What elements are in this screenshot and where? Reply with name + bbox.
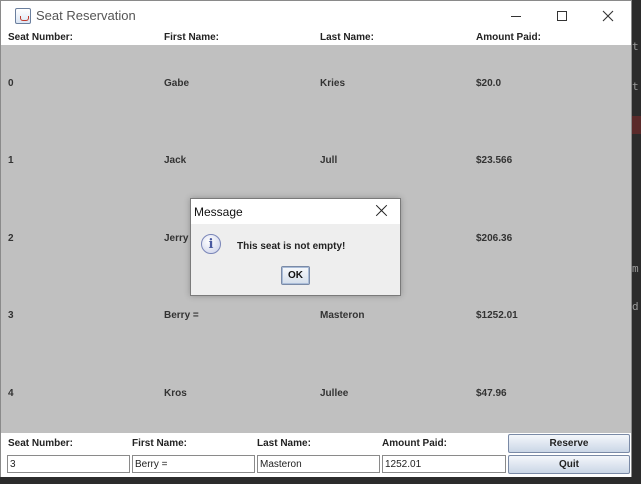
cell-seat-number: 1 xyxy=(8,155,14,166)
first-name-label: First Name: xyxy=(132,438,188,449)
ok-button[interactable]: OK xyxy=(281,266,310,285)
cell-last-name: Jullee xyxy=(320,388,349,399)
dialog-message: This seat is not empty! xyxy=(237,241,346,252)
cell-last-name: Jull xyxy=(320,155,338,166)
title-bar[interactable]: Seat Reservation xyxy=(1,1,631,31)
background-text: d xyxy=(632,300,639,313)
seat-number-field[interactable]: 3 xyxy=(7,455,130,473)
table-header: Seat Number: First Name: Last Name: Amou… xyxy=(1,32,631,45)
background-highlight xyxy=(632,116,641,134)
first-name-field[interactable]: Berry = xyxy=(132,455,255,473)
background-text: m xyxy=(632,262,639,275)
cell-first-name: Gabe xyxy=(164,78,190,89)
background-editor-strip xyxy=(631,0,641,484)
java-app-icon xyxy=(15,8,31,24)
dialog-title: Message xyxy=(194,205,243,219)
cell-seat-number: 3 xyxy=(8,310,14,321)
cell-seat-number: 0 xyxy=(8,78,14,89)
dialog-title-bar[interactable]: Message xyxy=(191,199,400,224)
amount-paid-field[interactable]: 1252.01 xyxy=(382,455,506,473)
window-title: Seat Reservation xyxy=(36,8,136,23)
cell-amount-paid: $23.566 xyxy=(476,155,513,166)
maximize-button[interactable] xyxy=(539,1,585,31)
minimize-icon xyxy=(511,15,521,17)
cell-first-name: Kros xyxy=(164,388,187,399)
minimize-button[interactable] xyxy=(493,1,539,31)
header-amount-paid: Amount Paid: xyxy=(476,32,541,43)
reservation-form: Seat Number: First Name: Last Name: Amou… xyxy=(1,433,631,477)
cell-seat-number: 4 xyxy=(8,388,14,399)
info-icon: i xyxy=(201,234,221,254)
cell-last-name: Kries xyxy=(320,78,346,89)
seat-number-label: Seat Number: xyxy=(8,438,74,449)
header-last-name: Last Name: xyxy=(320,32,374,43)
message-dialog: Message i This seat is not empty! OK xyxy=(190,198,401,296)
last-name-field[interactable]: Masteron xyxy=(257,455,380,473)
quit-button[interactable]: Quit xyxy=(508,455,630,474)
background-text: t xyxy=(632,80,639,93)
cell-first-name: Jerry xyxy=(164,233,189,244)
cell-amount-paid: $47.96 xyxy=(476,388,507,399)
header-first-name: First Name: xyxy=(164,32,220,43)
cell-amount-paid: $206.36 xyxy=(476,233,513,244)
close-button[interactable] xyxy=(585,1,631,31)
last-name-label: Last Name: xyxy=(257,438,311,449)
maximize-icon xyxy=(557,11,567,21)
amount-paid-label: Amount Paid: xyxy=(382,438,447,449)
header-seat-number: Seat Number: xyxy=(8,32,74,43)
cell-last-name: Masteron xyxy=(320,310,365,321)
cell-amount-paid: $1252.01 xyxy=(476,310,518,321)
cell-amount-paid: $20.0 xyxy=(476,78,502,89)
cell-seat-number: 2 xyxy=(8,233,14,244)
reserve-button[interactable]: Reserve xyxy=(508,434,630,453)
close-icon xyxy=(602,10,614,22)
dialog-close-icon[interactable] xyxy=(374,203,390,219)
cell-first-name: Jack xyxy=(164,155,187,166)
cell-first-name: Berry = xyxy=(164,310,199,321)
background-text: t xyxy=(632,40,639,53)
